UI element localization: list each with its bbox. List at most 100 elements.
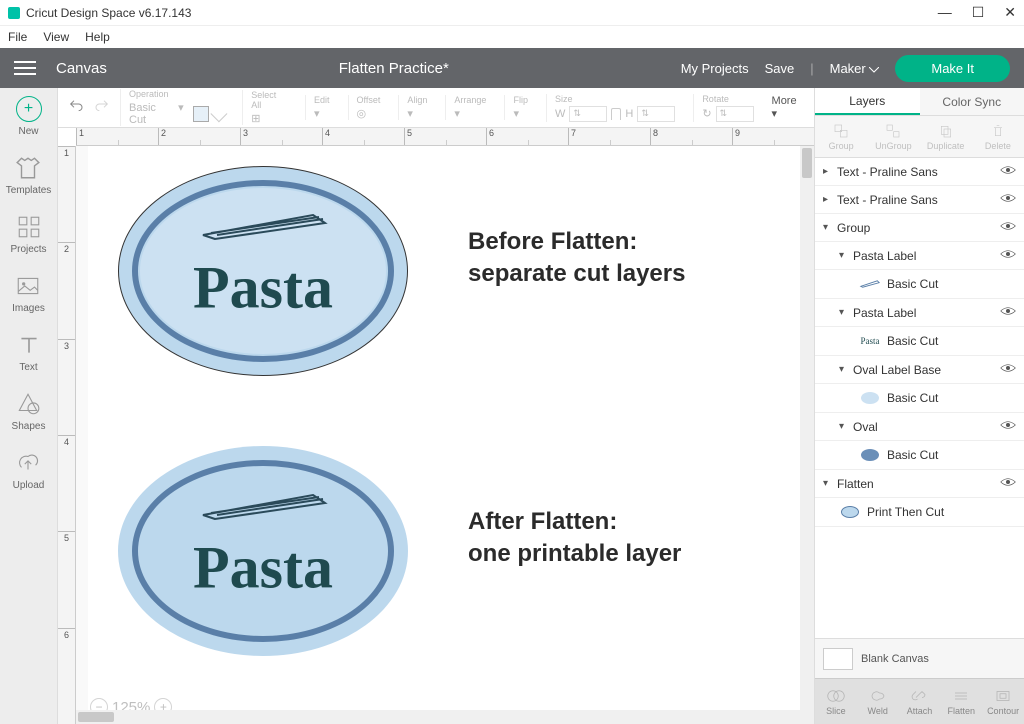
ruler-horizontal: 123456789 bbox=[76, 128, 814, 146]
visibility-toggle[interactable] bbox=[1000, 248, 1016, 263]
pasta-label-after[interactable]: Pasta bbox=[118, 446, 408, 656]
pasta-label-before[interactable]: Pasta bbox=[118, 166, 408, 376]
action-attach[interactable]: Attach bbox=[899, 679, 941, 724]
color-swatch[interactable] bbox=[193, 106, 208, 122]
edit-dropdown[interactable]: Edit bbox=[314, 95, 330, 105]
layer-text-2[interactable]: ▸Text - Praline Sans bbox=[815, 186, 1024, 214]
action-duplicate[interactable]: Duplicate bbox=[920, 116, 972, 157]
action-slice[interactable]: Slice bbox=[815, 679, 857, 724]
edit-bar: Operation Basic Cut ▾ Select All⊞ Edit▾ … bbox=[58, 88, 814, 128]
more-dropdown[interactable]: More ▾ bbox=[772, 95, 804, 120]
layer-print-then-cut[interactable]: Print Then Cut bbox=[815, 498, 1024, 527]
visibility-toggle[interactable] bbox=[1000, 305, 1016, 320]
ruler-vertical: 123456 bbox=[58, 146, 76, 724]
sidebar-upload[interactable]: Upload bbox=[13, 450, 45, 491]
layer-pasta-label-2[interactable]: ▾Pasta Label bbox=[815, 299, 1024, 327]
sidebar-text[interactable]: Text bbox=[16, 332, 42, 373]
rotate-input[interactable]: ⇅ bbox=[716, 106, 754, 122]
app-header: Canvas Flatten Practice* My Projects Sav… bbox=[0, 48, 1024, 88]
flatten-thumb-icon bbox=[841, 506, 859, 518]
duplicate-icon bbox=[938, 123, 954, 139]
left-sidebar: + New Templates Projects Images Text Sha… bbox=[0, 88, 58, 724]
operation-label: Operation bbox=[129, 89, 224, 99]
sidebar-images[interactable]: Images bbox=[12, 273, 45, 314]
flatten-icon bbox=[952, 688, 970, 704]
tab-layers[interactable]: Layers bbox=[815, 88, 920, 115]
scrollbar-horizontal[interactable] bbox=[76, 710, 800, 724]
layer-oval-label-base[interactable]: ▾Oval Label Base bbox=[815, 356, 1024, 384]
sidebar-new[interactable]: + New bbox=[16, 96, 42, 137]
layer-basic-cut-oval[interactable]: Basic Cut bbox=[815, 441, 1024, 470]
layer-group[interactable]: ▾Group bbox=[815, 214, 1024, 242]
flip-dropdown[interactable]: Flip bbox=[513, 95, 528, 105]
window-close-icon[interactable]: ✕ bbox=[1004, 4, 1016, 21]
caption-after[interactable]: After Flatten: one printable layer bbox=[468, 506, 681, 571]
sidebar-shapes[interactable]: Shapes bbox=[12, 391, 46, 432]
redo-button[interactable] bbox=[94, 98, 110, 117]
lock-icon[interactable] bbox=[611, 108, 621, 120]
penne-thumb-icon bbox=[859, 276, 881, 292]
layer-oval[interactable]: ▾Oval bbox=[815, 413, 1024, 441]
visibility-toggle[interactable] bbox=[1000, 220, 1016, 235]
layer-basic-cut-base[interactable]: Basic Cut bbox=[815, 384, 1024, 413]
window-minimize-icon[interactable]: — bbox=[938, 4, 952, 21]
visibility-toggle[interactable] bbox=[1000, 419, 1016, 434]
save-link[interactable]: Save bbox=[765, 61, 795, 76]
eye-icon bbox=[1000, 476, 1016, 488]
grid-icon bbox=[16, 214, 42, 240]
sidebar-upload-label: Upload bbox=[13, 480, 45, 491]
layer-flatten[interactable]: ▾Flatten bbox=[815, 470, 1024, 498]
attach-icon bbox=[910, 688, 928, 704]
eye-icon bbox=[1000, 419, 1016, 431]
machine-selector[interactable]: Maker bbox=[830, 61, 880, 76]
arrange-dropdown[interactable]: Arrange bbox=[454, 95, 486, 105]
blank-canvas-row[interactable]: Blank Canvas bbox=[815, 638, 1024, 678]
sidebar-text-label: Text bbox=[19, 362, 37, 373]
action-flatten[interactable]: Flatten bbox=[940, 679, 982, 724]
weld-icon bbox=[869, 688, 887, 704]
my-projects-link[interactable]: My Projects bbox=[681, 61, 749, 76]
visibility-toggle[interactable] bbox=[1000, 362, 1016, 377]
action-delete[interactable]: Delete bbox=[972, 116, 1024, 157]
blank-canvas-label: Blank Canvas bbox=[861, 653, 929, 665]
offset-button[interactable]: Offset bbox=[357, 95, 381, 105]
app-icon bbox=[8, 7, 20, 19]
tab-colorsync[interactable]: Color Sync bbox=[920, 88, 1024, 115]
visibility-toggle[interactable] bbox=[1000, 164, 1016, 179]
layer-basic-cut-pasta[interactable]: PastaBasic Cut bbox=[815, 327, 1024, 356]
document-title: Flatten Practice* bbox=[107, 60, 681, 77]
layer-basic-cut-penne[interactable]: Basic Cut bbox=[815, 270, 1024, 299]
menu-view[interactable]: View bbox=[43, 30, 69, 44]
operation-dropdown[interactable]: Basic Cut ▾ bbox=[129, 101, 224, 126]
action-ungroup[interactable]: UnGroup bbox=[867, 116, 919, 157]
height-input[interactable]: ⇅ bbox=[637, 106, 675, 122]
app-title: Cricut Design Space v6.17.143 bbox=[26, 6, 191, 20]
penne-icon bbox=[193, 209, 333, 241]
slice-icon bbox=[827, 688, 845, 704]
action-group[interactable]: Group bbox=[815, 116, 867, 157]
action-weld[interactable]: Weld bbox=[857, 679, 899, 724]
visibility-toggle[interactable] bbox=[1000, 476, 1016, 491]
layer-pasta-label-1[interactable]: ▾Pasta Label bbox=[815, 242, 1024, 270]
menu-file[interactable]: File bbox=[8, 30, 27, 44]
eye-icon bbox=[1000, 248, 1016, 260]
hamburger-icon[interactable] bbox=[14, 61, 36, 75]
visibility-toggle[interactable] bbox=[1000, 192, 1016, 207]
sidebar-templates[interactable]: Templates bbox=[6, 155, 52, 196]
action-contour[interactable]: Contour bbox=[982, 679, 1024, 724]
scrollbar-vertical[interactable] bbox=[800, 146, 814, 724]
undo-button[interactable] bbox=[68, 98, 84, 117]
make-it-button[interactable]: Make It bbox=[895, 55, 1010, 82]
ungroup-icon bbox=[885, 123, 901, 139]
window-maximize-icon[interactable]: ☐ bbox=[972, 4, 985, 21]
select-all-button[interactable]: Select All bbox=[251, 90, 287, 110]
oval-thumb-icon bbox=[861, 449, 879, 461]
width-input[interactable]: ⇅ bbox=[569, 106, 607, 122]
sidebar-templates-label: Templates bbox=[6, 185, 52, 196]
caption-before[interactable]: Before Flatten: separate cut layers bbox=[468, 226, 685, 291]
menu-help[interactable]: Help bbox=[85, 30, 110, 44]
canvas-viewport[interactable]: Pasta Before Flatten: separate cut layer… bbox=[76, 146, 814, 724]
align-dropdown[interactable]: Align bbox=[407, 95, 427, 105]
layer-text-1[interactable]: ▸Text - Praline Sans bbox=[815, 158, 1024, 186]
sidebar-projects[interactable]: Projects bbox=[10, 214, 46, 255]
